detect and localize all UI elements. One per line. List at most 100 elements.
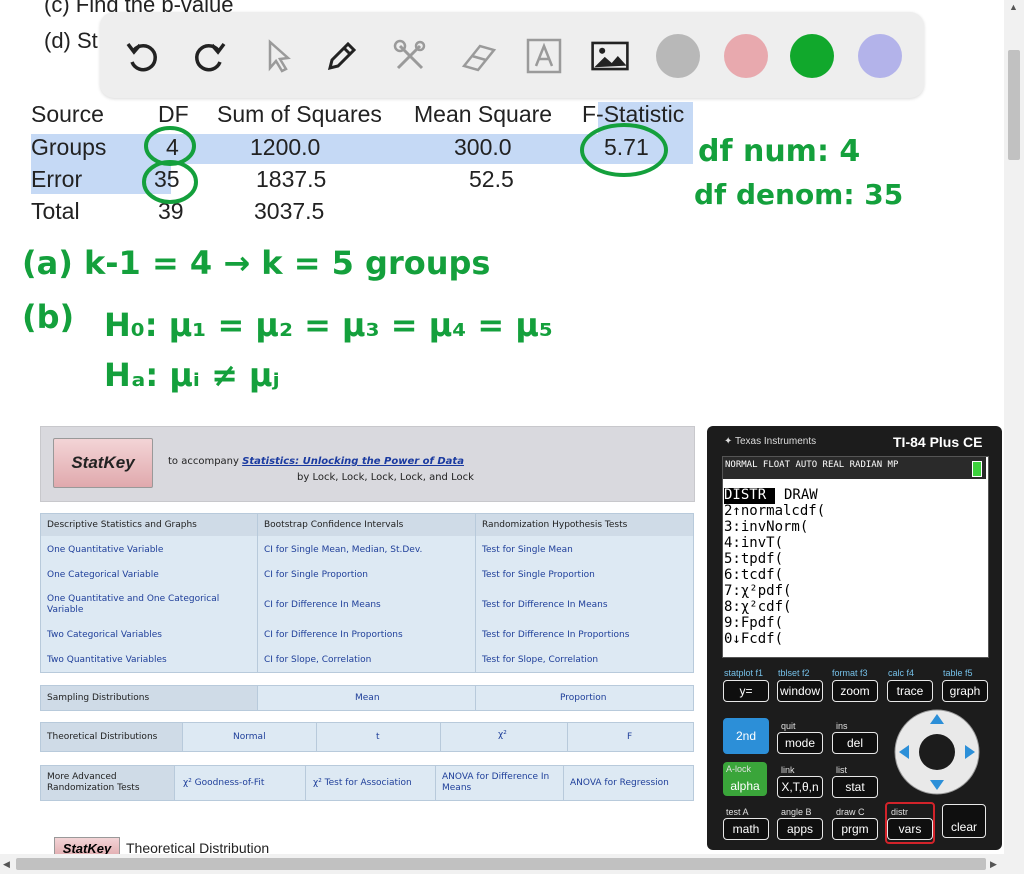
key-vars-top: distr bbox=[891, 807, 909, 817]
statkey-menu-grid: Descriptive Statistics and Graphs Bootst… bbox=[40, 513, 694, 673]
link-one-cat[interactable]: One Categorical Variable bbox=[47, 570, 159, 581]
ti-menu-8[interactable]: 9:Fpdf( bbox=[724, 615, 783, 631]
key-xt-top: link bbox=[781, 765, 795, 775]
sampling-label: Sampling Distributions bbox=[47, 693, 150, 703]
key-prgm-top: draw C bbox=[836, 807, 865, 817]
sampling-row: Sampling Distributions Mean Proportion bbox=[40, 685, 694, 711]
key-clear[interactable]: clear bbox=[942, 804, 986, 838]
ti-status-text: NORMAL FLOAT AUTO REAL RADIAN MP bbox=[725, 460, 899, 470]
key-trace[interactable]: trace bbox=[887, 680, 933, 702]
ti-brand-text: Texas Instruments bbox=[734, 436, 817, 447]
scroll-up-icon[interactable]: ▲ bbox=[1009, 2, 1018, 12]
fkey4-top: calc f4 bbox=[888, 668, 915, 678]
link-test-slope[interactable]: Test for Slope, Correlation bbox=[482, 655, 598, 666]
adv-association-link[interactable]: χ² Test for Association bbox=[313, 778, 412, 789]
note-df-num: df num: 4 bbox=[698, 134, 861, 169]
col-randomization: Randomization Hypothesis Tests bbox=[482, 520, 628, 530]
theoretical-label: Theoretical Distributions bbox=[47, 732, 158, 742]
key-stat[interactable]: stat bbox=[832, 776, 878, 798]
link-test-diff-means[interactable]: Test for Difference In Means bbox=[482, 600, 608, 611]
key-del[interactable]: del bbox=[832, 732, 878, 754]
vertical-scrollbar[interactable]: ▲ bbox=[1004, 0, 1024, 874]
adv-anova-means-link[interactable]: ANOVA for Difference In Means bbox=[442, 772, 560, 794]
statkey-logo[interactable]: StatKey bbox=[53, 438, 153, 488]
theoretical-normal-link[interactable]: Normal bbox=[233, 732, 266, 743]
scroll-right-icon[interactable]: ▶ bbox=[990, 859, 997, 870]
key-apps-top: angle B bbox=[781, 807, 812, 817]
link-test-single-prop[interactable]: Test for Single Proportion bbox=[482, 570, 595, 581]
col-descriptive: Descriptive Statistics and Graphs bbox=[47, 520, 197, 530]
ti-menu-9[interactable]: 0↓Fcdf( bbox=[724, 631, 783, 647]
key-window[interactable]: window bbox=[777, 680, 823, 702]
advanced-row: More Advanced Randomization Tests χ² Goo… bbox=[40, 765, 694, 801]
ti-menu-2[interactable]: 3:invNorm( bbox=[724, 519, 808, 535]
link-quant-cat[interactable]: One Quantitative and One Categorical Var… bbox=[47, 594, 247, 616]
key-alpha-top: A-lock bbox=[726, 764, 752, 774]
key-math-top: test A bbox=[726, 807, 749, 817]
ti-tab-draw[interactable]: DRAW bbox=[784, 487, 818, 503]
col-bootstrap: Bootstrap Confidence Intervals bbox=[264, 520, 404, 530]
key-prgm[interactable]: prgm bbox=[832, 818, 878, 840]
ti-menu-1[interactable]: 2↑normalcdf( bbox=[724, 503, 825, 519]
theoretical-f-link[interactable]: F bbox=[627, 732, 632, 743]
note-ha: Hₐ: μᵢ ≠ μⱼ bbox=[104, 356, 280, 394]
advanced-label: More Advanced Randomization Tests bbox=[47, 772, 140, 793]
link-test-diff-props[interactable]: Test for Difference In Proportions bbox=[482, 630, 629, 641]
ti-menu-4[interactable]: 5:tpdf( bbox=[724, 551, 783, 567]
link-test-single-mean[interactable]: Test for Single Mean bbox=[482, 545, 573, 556]
key-xttheta[interactable]: X,T,θ,n bbox=[777, 776, 823, 798]
fkey2-top: tblset f2 bbox=[778, 668, 810, 678]
note-h0: H₀: μ₁ = μ₂ = μ₃ = μ₄ = μ₅ bbox=[104, 306, 553, 344]
link-two-cat[interactable]: Two Categorical Variables bbox=[47, 630, 162, 641]
link-one-quant[interactable]: One Quantitative Variable bbox=[47, 545, 163, 556]
note-part-b: (b) bbox=[22, 298, 75, 336]
hscroll-thumb[interactable] bbox=[16, 858, 986, 870]
adv-goodness-link[interactable]: χ² Goodness-of-Fit bbox=[183, 778, 264, 789]
key-y-equals[interactable]: y= bbox=[723, 680, 769, 702]
ti-battery-icon bbox=[972, 461, 982, 477]
note-part-a: (a) k-1 = 4 → k = 5 groups bbox=[22, 244, 491, 282]
link-ci-diff-props[interactable]: CI for Difference In Proportions bbox=[264, 630, 403, 641]
ti-menu-7[interactable]: 8:χ²cdf( bbox=[724, 599, 791, 615]
link-ci-diff-means[interactable]: CI for Difference In Means bbox=[264, 600, 381, 611]
fkey3-top: format f3 bbox=[832, 668, 868, 678]
ti-logo-icon: ✦ bbox=[724, 436, 735, 447]
sampling-proportion-link[interactable]: Proportion bbox=[560, 693, 606, 704]
ti-arrow-pad[interactable] bbox=[893, 708, 981, 796]
key-apps[interactable]: apps bbox=[777, 818, 823, 840]
accompany-text: to accompany bbox=[168, 456, 239, 467]
key-math[interactable]: math bbox=[723, 818, 769, 840]
key-del-top: ins bbox=[836, 721, 848, 731]
ti-menu-5[interactable]: 6:tcdf( bbox=[724, 567, 783, 583]
horizontal-scrollbar[interactable]: ◀ ▶ bbox=[0, 854, 1004, 874]
ti-menu-3[interactable]: 4:invT( bbox=[724, 535, 783, 551]
key-vars[interactable]: vars bbox=[887, 818, 933, 840]
theoretical-row: Theoretical Distributions Normal t χ² F bbox=[40, 722, 694, 752]
link-two-quant[interactable]: Two Quantitative Variables bbox=[47, 655, 167, 666]
key-stat-top: list bbox=[836, 765, 847, 775]
key-mode[interactable]: mode bbox=[777, 732, 823, 754]
fkey5-top: table f5 bbox=[943, 668, 973, 678]
theoretical-t-link[interactable]: t bbox=[376, 732, 380, 743]
statkey-accompany: to accompany Statistics: Unlocking the P… bbox=[168, 456, 464, 467]
book-link[interactable]: Statistics: Unlocking the Power of Data bbox=[242, 456, 464, 467]
fkey1-top: statplot f1 bbox=[724, 668, 764, 678]
key-mode-top: quit bbox=[781, 721, 796, 731]
sampling-mean-link[interactable]: Mean bbox=[355, 693, 380, 704]
scroll-left-icon[interactable]: ◀ bbox=[3, 859, 10, 870]
ti-model: TI-84 Plus CE bbox=[893, 434, 983, 450]
ti-tab-distr[interactable]: DISTR bbox=[724, 487, 766, 503]
note-df-denom: df denom: 35 bbox=[694, 178, 904, 211]
link-ci-single-prop[interactable]: CI for Single Proportion bbox=[264, 570, 368, 581]
key-zoom[interactable]: zoom bbox=[832, 680, 878, 702]
key-graph[interactable]: graph bbox=[942, 680, 988, 702]
vscroll-thumb[interactable] bbox=[1008, 50, 1020, 160]
key-2nd[interactable]: 2nd bbox=[723, 718, 769, 754]
link-ci-single-mean[interactable]: CI for Single Mean, Median, St.Dev. bbox=[264, 545, 422, 556]
adv-anova-regression-link[interactable]: ANOVA for Regression bbox=[570, 778, 669, 789]
statkey-authors: by Lock, Lock, Lock, Lock, and Lock bbox=[297, 472, 474, 483]
ti-brand: ✦ Texas Instruments bbox=[724, 436, 816, 447]
theoretical-chisq-link[interactable]: χ² bbox=[498, 730, 507, 741]
ti-menu-6[interactable]: 7:χ²pdf( bbox=[724, 583, 791, 599]
link-ci-slope[interactable]: CI for Slope, Correlation bbox=[264, 655, 371, 666]
